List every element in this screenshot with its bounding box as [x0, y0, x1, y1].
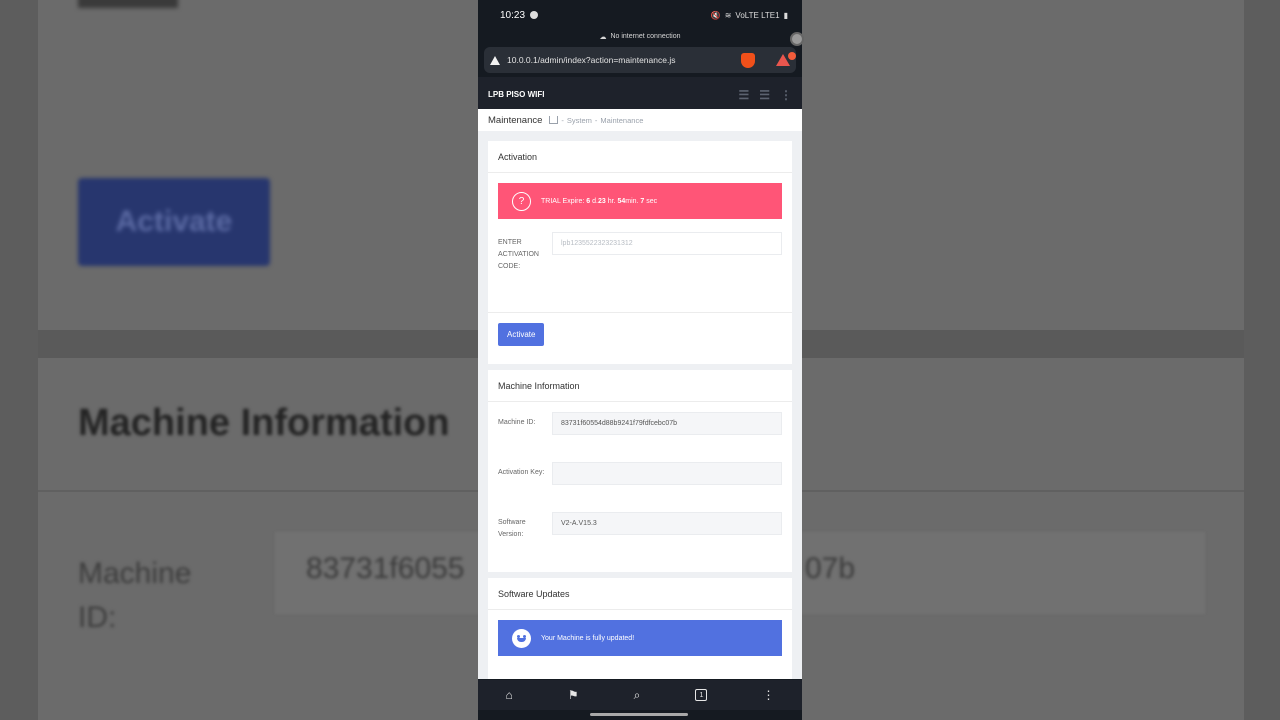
activation-card: Activation ? TRIAL Expire: 6 d.23 hr. 54…: [488, 141, 792, 364]
machine-id-field[interactable]: 83731f60554d88b9241f79fdfcebc07b: [552, 412, 782, 435]
breadcrumb: Maintenance - System - Maintenance: [478, 109, 802, 131]
home-icon[interactable]: [549, 116, 559, 124]
bg-machine-label: Machine ID:: [78, 552, 191, 640]
phone-screen: 10:23 🔇 ≋ VoLTE LTE1 ▮ ☁ No internet con…: [478, 0, 802, 720]
smile-icon: [512, 628, 531, 648]
bookmark-icon[interactable]: ⚑: [568, 688, 579, 702]
software-version-field[interactable]: V2-A.V15.3: [552, 512, 782, 535]
menu-collapse-icon[interactable]: ☰: [738, 88, 749, 102]
brave-shield-icon[interactable]: [741, 52, 755, 68]
browser-bottom-nav: ⌂ ⚑ ⌕ 1 ⋮: [478, 680, 802, 710]
bg-id-right: 07b: [805, 552, 856, 585]
warning-icon[interactable]: [490, 55, 500, 65]
breadcrumb-maintenance: Maintenance: [600, 115, 644, 125]
machine-title: Machine Information: [488, 370, 792, 402]
app-header: LPB PISO WIFI ☰ ☰ ⋮: [478, 77, 802, 112]
notification-icon: [530, 11, 539, 19]
page-content: Maintenance - System - Maintenance Activ…: [478, 109, 802, 679]
activate-button[interactable]: Activate: [498, 323, 545, 346]
url-row: 10.0.0.1/admin/index?action=maintenance.…: [478, 43, 802, 77]
url-text[interactable]: 10.0.0.1/admin/index?action=maintenance.…: [507, 55, 675, 65]
status-bar: 10:23 🔇 ≋ VoLTE LTE1 ▮: [478, 0, 802, 30]
software-version-label: Software Version:: [498, 519, 526, 538]
bg-id-left: 83731f6055: [306, 552, 465, 585]
more-menu-icon[interactable]: ⋮: [762, 688, 774, 702]
search-icon[interactable]: ⌕: [634, 688, 641, 703]
bg-activate-button: Activate: [78, 178, 270, 266]
status-icons: 🔇 ≋ VoLTE LTE1 ▮: [711, 11, 788, 20]
bg-label-line2: ID:: [78, 601, 117, 634]
updates-card: Software Updates Your Machine is fully u…: [488, 578, 792, 679]
machine-card: Machine Information Machine ID: 83731f60…: [488, 370, 792, 572]
activation-key-row: Activation Key:: [498, 462, 782, 512]
machine-body: Machine ID: 83731f60554d88b9241f79fdfceb…: [488, 402, 792, 572]
activation-body: ? TRIAL Expire: 6 d.23 hr. 54min. 7 sec …: [488, 173, 792, 312]
no-internet-text: No internet connection: [610, 33, 681, 40]
activation-title: Activation: [488, 141, 792, 173]
menu-icon[interactable]: ☰: [759, 88, 770, 102]
trial-text: TRIAL Expire: 6 d.23 hr. 54min. 7 sec: [541, 197, 658, 205]
mute-icon: 🔇: [710, 10, 721, 20]
updates-title: Software Updates: [488, 578, 792, 610]
updates-body: Your Machine is fully updated!: [488, 610, 792, 679]
floating-bubble-icon[interactable]: [790, 32, 804, 46]
url-bar[interactable]: 10.0.0.1/admin/index?action=maintenance.…: [484, 47, 796, 73]
update-alert: Your Machine is fully updated!: [498, 620, 782, 656]
breadcrumb-trail: - System - Maintenance: [549, 116, 643, 125]
brave-rewards-icon[interactable]: [776, 52, 796, 66]
battery-icon: ▮: [783, 10, 788, 20]
bg-top-text: [78, 0, 178, 8]
more-vertical-icon[interactable]: ⋮: [780, 88, 792, 102]
bg-label-line1: Machine: [78, 557, 192, 590]
gesture-bar[interactable]: [590, 713, 688, 716]
wifi-icon: ≋: [724, 10, 732, 20]
tabs-icon[interactable]: 1: [695, 689, 708, 701]
breadcrumb-system[interactable]: System: [567, 116, 592, 125]
status-time: 10:23: [500, 9, 526, 21]
machine-id-label: Machine ID:: [498, 419, 536, 426]
activation-key-field[interactable]: [552, 462, 782, 485]
trial-alert: ? TRIAL Expire: 6 d.23 hr. 54min. 7 sec: [498, 183, 782, 219]
activation-code-input[interactable]: lpb1235522323231312: [552, 232, 782, 255]
activation-code-row: ENTER ACTIVATION CODE: lpb12355223232313…: [498, 232, 782, 302]
network-label: VoLTE LTE1: [735, 10, 780, 20]
page-title: Maintenance: [488, 114, 543, 126]
software-version-row: Software Version: V2-A.V15.3: [498, 512, 782, 562]
breadcrumb-sep: -: [594, 115, 598, 125]
breadcrumb-sep: -: [561, 115, 564, 125]
home-nav-icon[interactable]: ⌂: [506, 688, 513, 702]
activation-code-label: ENTER ACTIVATION CODE:: [498, 239, 539, 270]
brand-name[interactable]: LPB PISO WIFI: [488, 90, 544, 99]
header-icons: ☰ ☰ ⋮: [738, 88, 792, 102]
rewards-badge: [788, 52, 796, 60]
cloud-off-icon: ☁: [599, 33, 607, 41]
activation-footer: Activate: [488, 312, 792, 364]
update-message: Your Machine is fully updated!: [541, 634, 635, 642]
bg-machine-title: Machine Information: [78, 402, 450, 444]
machine-id-row: Machine ID: 83731f60554d88b9241f79fdfceb…: [498, 412, 782, 462]
question-icon: ?: [512, 191, 531, 211]
no-internet-banner: ☁ No internet connection: [478, 30, 802, 43]
activation-key-label: Activation Key:: [498, 469, 545, 476]
